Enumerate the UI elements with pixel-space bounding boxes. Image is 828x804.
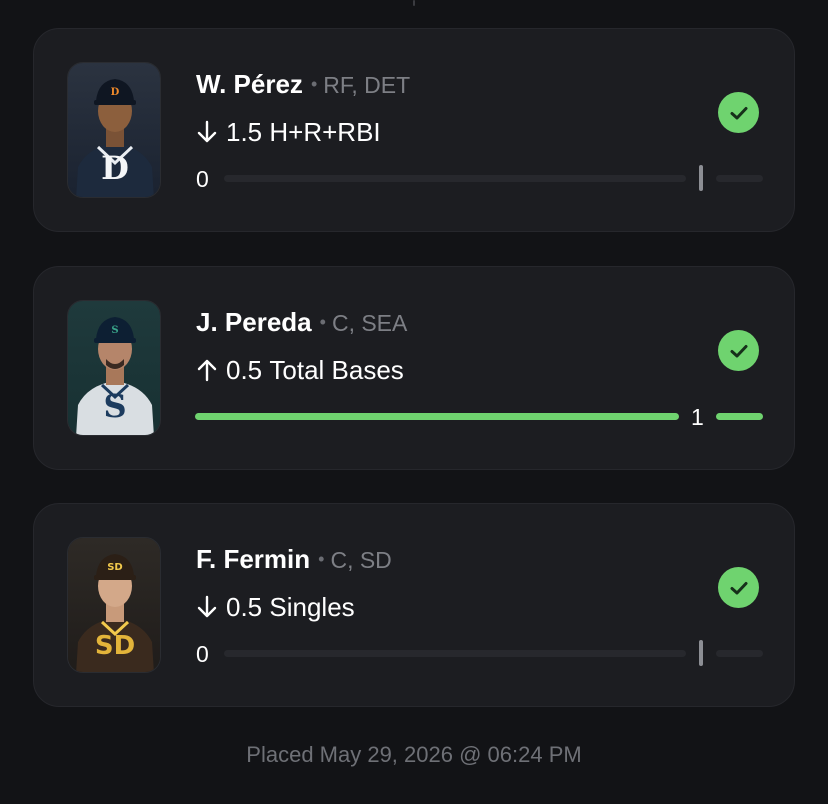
bullet-separator: • [319, 312, 326, 332]
player-headshot: SD SD [67, 537, 161, 673]
tigers-d-icon: D [100, 147, 130, 187]
prop-line: 0.5 Singles [194, 592, 355, 622]
progress-fill [195, 413, 679, 420]
leg-card[interactable]: D D W. Pérez • RF, DET 1.5 H+R+RBI 0 [33, 28, 795, 232]
position-team: C, SD [330, 547, 392, 573]
prop-line: 0.5 Total Bases [194, 355, 404, 385]
progress-bar: 0 [194, 163, 764, 193]
check-circle-icon [718, 92, 759, 133]
leg-card[interactable]: SD SD F. Fermin • C, SD 0.5 Singles 0 [33, 503, 795, 707]
check-circle-icon [718, 567, 759, 608]
player-line: W. Pérez • RF, DET [196, 69, 410, 104]
prop-line-value: 1.5 [226, 117, 263, 147]
prop-stat: H+R+RBI [269, 117, 381, 147]
progress-bar: 1 [194, 401, 764, 431]
prop-line-value: 0.5 [226, 592, 263, 622]
prop-line: 1.5 H+R+RBI [194, 117, 381, 147]
line-marker [699, 640, 703, 666]
arrow-down-icon [194, 119, 220, 145]
line-marker [699, 165, 703, 191]
result-value: 0 [196, 166, 209, 192]
player-name: J. Pereda [196, 307, 312, 337]
arrow-up-icon [194, 357, 220, 383]
svg-text:SD: SD [107, 562, 123, 573]
placed-timestamp: Placed May 29, 2026 @ 06:24 PM [246, 742, 582, 767]
player-line: F. Fermin • C, SD [196, 544, 392, 579]
position-team: C, SEA [331, 310, 408, 336]
player-headshot: D D [67, 62, 161, 198]
svg-text:SD: SD [95, 631, 135, 661]
progress-track-tail [716, 650, 763, 657]
prop-stat: Singles [269, 592, 355, 622]
padres-sd-icon: SD [93, 624, 137, 662]
bullet-separator: • [310, 74, 318, 94]
leg-card[interactable]: S S J. Pereda • C, SEA 0.5 Total Bases 1 [33, 266, 795, 470]
player-name: W. Pérez [196, 69, 303, 99]
progress-track [224, 175, 686, 182]
progress-fill-tail [716, 413, 763, 420]
arrow-down-icon [194, 594, 220, 620]
player-line: J. Pereda • C, SEA [196, 307, 407, 342]
progress-track-tail [716, 175, 763, 182]
progress-track [224, 650, 686, 657]
position-team: RF, DET [323, 72, 411, 98]
result-value: 0 [196, 641, 209, 667]
bullet-separator: • [318, 549, 325, 569]
svg-text:S: S [111, 325, 118, 336]
progress-bar: 0 [194, 638, 764, 668]
prop-line-value: 0.5 [226, 355, 263, 385]
player-name: F. Fermin [196, 544, 311, 574]
check-circle-icon [718, 330, 759, 371]
svg-text:S: S [103, 387, 126, 425]
top-divider-tick [413, 0, 415, 6]
prop-stat: Total Bases [269, 355, 404, 385]
result-value: 1 [691, 404, 704, 430]
player-headshot: S S [67, 300, 161, 436]
svg-text:D: D [111, 87, 120, 98]
mariners-s-icon: S [100, 385, 130, 425]
svg-text:D: D [101, 149, 129, 187]
